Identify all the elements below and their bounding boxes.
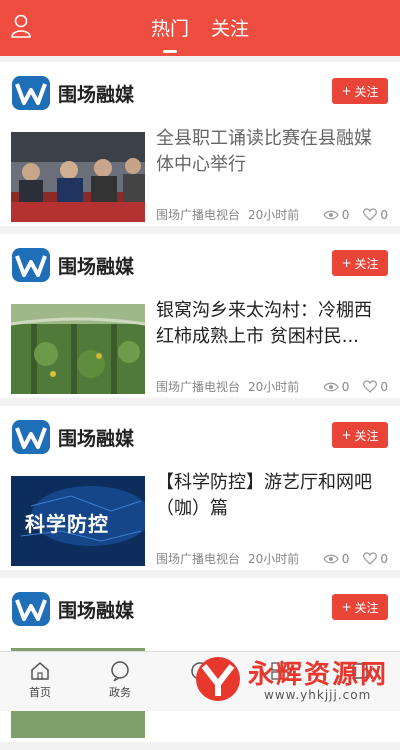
top-bar: 热门 关注 [0,0,400,56]
news-meta: 围场广播电视台 20小时前 0 0 [156,206,388,223]
top-tabs: 热门 关注 [0,14,400,53]
plus-icon: + [341,256,352,270]
news-meta: 围场广播电视台 20小时前 0 0 [156,378,388,395]
news-card[interactable]: 围场融媒 + 关注 银窝沟乡来太沟村：冷棚西红柿成熟上市 贫困村民... 围场广播… [0,234,400,398]
site-watermark: 永辉资源网 www.yhkjjj.com [186,652,396,708]
follow-label: 关注 [354,256,379,271]
watermark-url: www.yhkjjj.com [264,688,372,702]
view-count: 0 [341,379,350,394]
news-title[interactable]: 银窝沟乡来太沟村：冷棚西红柿成熟上市 贫困村民... [156,298,388,350]
home-icon [31,662,49,680]
heart-icon[interactable] [363,552,378,565]
news-title[interactable]: 【科学防控】游艺厅和网吧（咖）篇 [156,470,388,522]
view-count: 0 [341,551,350,566]
publish-time: 20小时前 [248,380,300,394]
follow-button[interactable]: + 关注 [332,250,388,276]
follow-button[interactable]: + 关注 [332,422,388,448]
channel-name: 围场广播电视台 [156,552,241,566]
channel-name: 围场广播电视台 [156,208,241,222]
tab-label: 首页 [29,686,51,699]
chat-icon [111,661,129,682]
news-thumbnail[interactable]: 科学防控 [11,476,145,566]
news-card[interactable]: 围场融媒 + 关注 科学防控 【科学防控】游艺厅和网吧（咖）篇 围场广播电视台 2… [0,406,400,570]
heart-icon[interactable] [363,208,378,221]
publish-time: 20小时前 [248,208,300,222]
heart-icon[interactable] [363,380,378,393]
tab-home[interactable]: 首页 [0,652,80,711]
news-card[interactable]: 围场融媒 + 关注 全县职工诵读比赛在县融媒体中心举行 围场广播电视台 20小时前… [0,62,400,226]
tab-label: 政务 [109,686,131,699]
tab-follow[interactable]: 关注 [211,14,249,53]
source-name: 围场融媒 [58,427,135,450]
tab-hot[interactable]: 热门 [151,14,189,53]
like-count: 0 [380,551,388,566]
plus-icon: + [341,428,352,442]
source-name: 围场融媒 [58,83,135,106]
source-row: 围场融媒 [12,420,134,454]
source-row: 围场融媒 [12,592,134,626]
like-count: 0 [380,207,388,222]
publish-time: 20小时前 [248,552,300,566]
source-logo-icon [12,76,50,110]
source-name: 围场融媒 [58,599,135,622]
eye-icon [323,210,339,219]
follow-button[interactable]: + 关注 [332,594,388,620]
plus-icon: + [341,600,352,614]
channel-name: 围场广播电视台 [156,380,241,394]
news-title[interactable]: 全县职工诵读比赛在县融媒体中心举行 [156,126,388,178]
follow-label: 关注 [354,428,379,443]
like-count: 0 [380,379,388,394]
follow-label: 关注 [354,84,379,99]
follow-label: 关注 [354,600,379,615]
view-count: 0 [341,207,350,222]
follow-button[interactable]: + 关注 [332,78,388,104]
plus-icon: + [341,84,352,98]
watermark-text: 永辉资源网 [248,660,389,690]
news-thumbnail[interactable] [11,304,145,394]
source-row: 围场融媒 [12,76,134,110]
watermark-logo-icon [196,657,240,701]
eye-icon [323,554,339,563]
news-thumbnail[interactable] [11,132,145,222]
news-meta: 围场广播电视台 20小时前 0 0 [156,550,388,567]
source-logo-icon [12,420,50,454]
thumbnail-caption: 科学防控 [25,512,109,536]
eye-icon [323,382,339,391]
tab-gov[interactable]: 政务 [80,652,160,711]
source-row: 围场融媒 [12,248,134,282]
source-logo-icon [12,592,50,626]
source-logo-icon [12,248,50,282]
news-feed: 围场融媒 + 关注 全县职工诵读比赛在县融媒体中心举行 围场广播电视台 20小时前… [0,62,400,750]
source-name: 围场融媒 [58,255,135,278]
